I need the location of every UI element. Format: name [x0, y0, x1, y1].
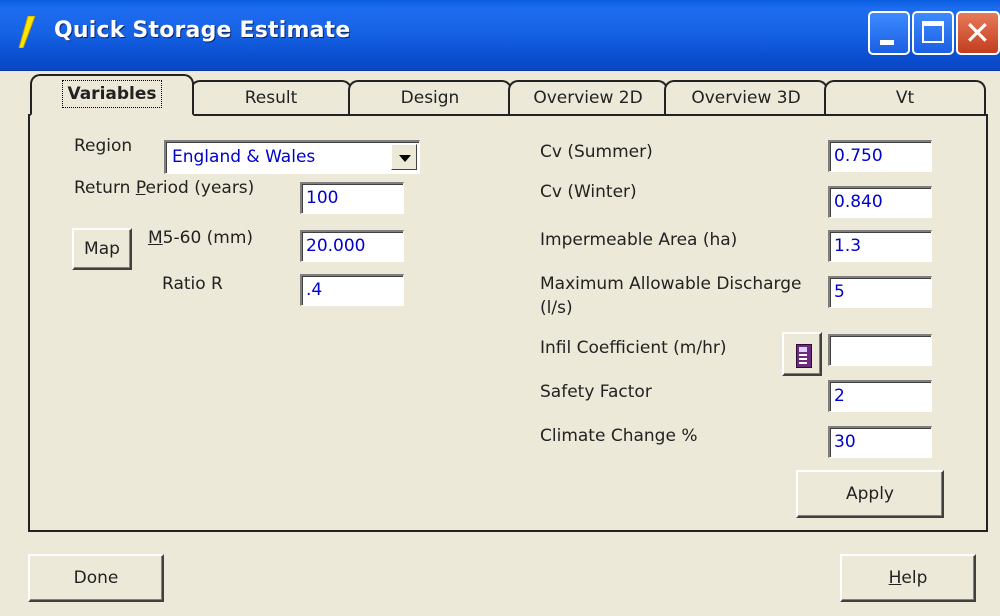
impermeable-area-label: Impermeable Area (ha)	[540, 230, 738, 250]
infil-coefficient-label: Infil Coefficient (m/hr)	[540, 338, 727, 358]
max-discharge-field[interactable]: 5	[828, 276, 932, 308]
return-period-field[interactable]: 100	[300, 182, 404, 214]
calculator-icon	[796, 344, 812, 368]
maximize-icon	[922, 21, 944, 43]
window-title: Quick Storage Estimate	[54, 18, 351, 43]
tab-design[interactable]: Design	[348, 80, 512, 116]
apply-button[interactable]: Apply	[796, 470, 944, 518]
map-button[interactable]: Map	[72, 228, 132, 270]
minimize-button[interactable]	[868, 11, 910, 55]
region-select[interactable]: England & Wales	[164, 140, 420, 174]
region-value: England & Wales	[172, 147, 316, 167]
infil-coefficient-field[interactable]	[828, 334, 932, 366]
m560-label: M5-60 (mm)	[148, 228, 254, 248]
cv-winter-field[interactable]: 0.840	[828, 186, 932, 218]
title-bar[interactable]: Quick Storage Estimate ✕	[0, 0, 1000, 71]
minimize-icon	[880, 40, 894, 45]
tab-label: Overview 3D	[691, 88, 801, 108]
tab-label: Design	[400, 88, 460, 108]
chevron-down-icon[interactable]	[391, 144, 417, 170]
variables-panel: Region England & Wales Return Period (ye…	[28, 114, 988, 532]
tab-variables[interactable]: Variables	[30, 74, 194, 116]
quick-storage-estimate-window: Quick Storage Estimate ✕ Variables Resul…	[0, 0, 1000, 616]
close-button[interactable]: ✕	[956, 11, 1000, 55]
done-button[interactable]: Done	[28, 554, 164, 602]
safety-factor-label: Safety Factor	[540, 382, 652, 402]
ratio-r-label: Ratio R	[162, 274, 223, 294]
tab-label: Overview 2D	[533, 88, 643, 108]
maximize-button[interactable]	[912, 11, 954, 55]
climate-change-field[interactable]: 30	[828, 426, 932, 458]
m560-field[interactable]: 20.000	[300, 230, 404, 262]
ratio-r-field[interactable]: .4	[300, 274, 404, 306]
tab-strip: Variables Result Design Overview 2D Over…	[28, 72, 988, 116]
tab-vt[interactable]: Vt	[824, 80, 986, 116]
tab-overview-3d[interactable]: Overview 3D	[664, 80, 828, 116]
tab-label: Result	[244, 88, 298, 108]
cv-summer-label: Cv (Summer)	[540, 142, 653, 162]
impermeable-area-field[interactable]: 1.3	[828, 230, 932, 262]
calculator-button[interactable]	[782, 332, 822, 376]
return-period-label: Return Period (years)	[74, 178, 255, 198]
region-label: Region	[74, 136, 133, 156]
cv-summer-field[interactable]: 0.750	[828, 140, 932, 172]
close-icon: ✕	[964, 14, 991, 52]
max-discharge-label: Maximum Allowable Discharge	[540, 274, 802, 294]
lightning-icon	[18, 16, 36, 48]
help-button[interactable]: Help	[840, 554, 976, 602]
tab-overview-2d[interactable]: Overview 2D	[508, 80, 668, 116]
max-discharge-unit: (l/s)	[540, 298, 573, 318]
tab-result[interactable]: Result	[190, 80, 352, 116]
tab-label: Variables	[62, 80, 162, 108]
cv-winter-label: Cv (Winter)	[540, 182, 637, 202]
tab-label: Vt	[895, 88, 915, 108]
climate-change-label: Climate Change %	[540, 426, 698, 446]
safety-factor-field[interactable]: 2	[828, 380, 932, 412]
